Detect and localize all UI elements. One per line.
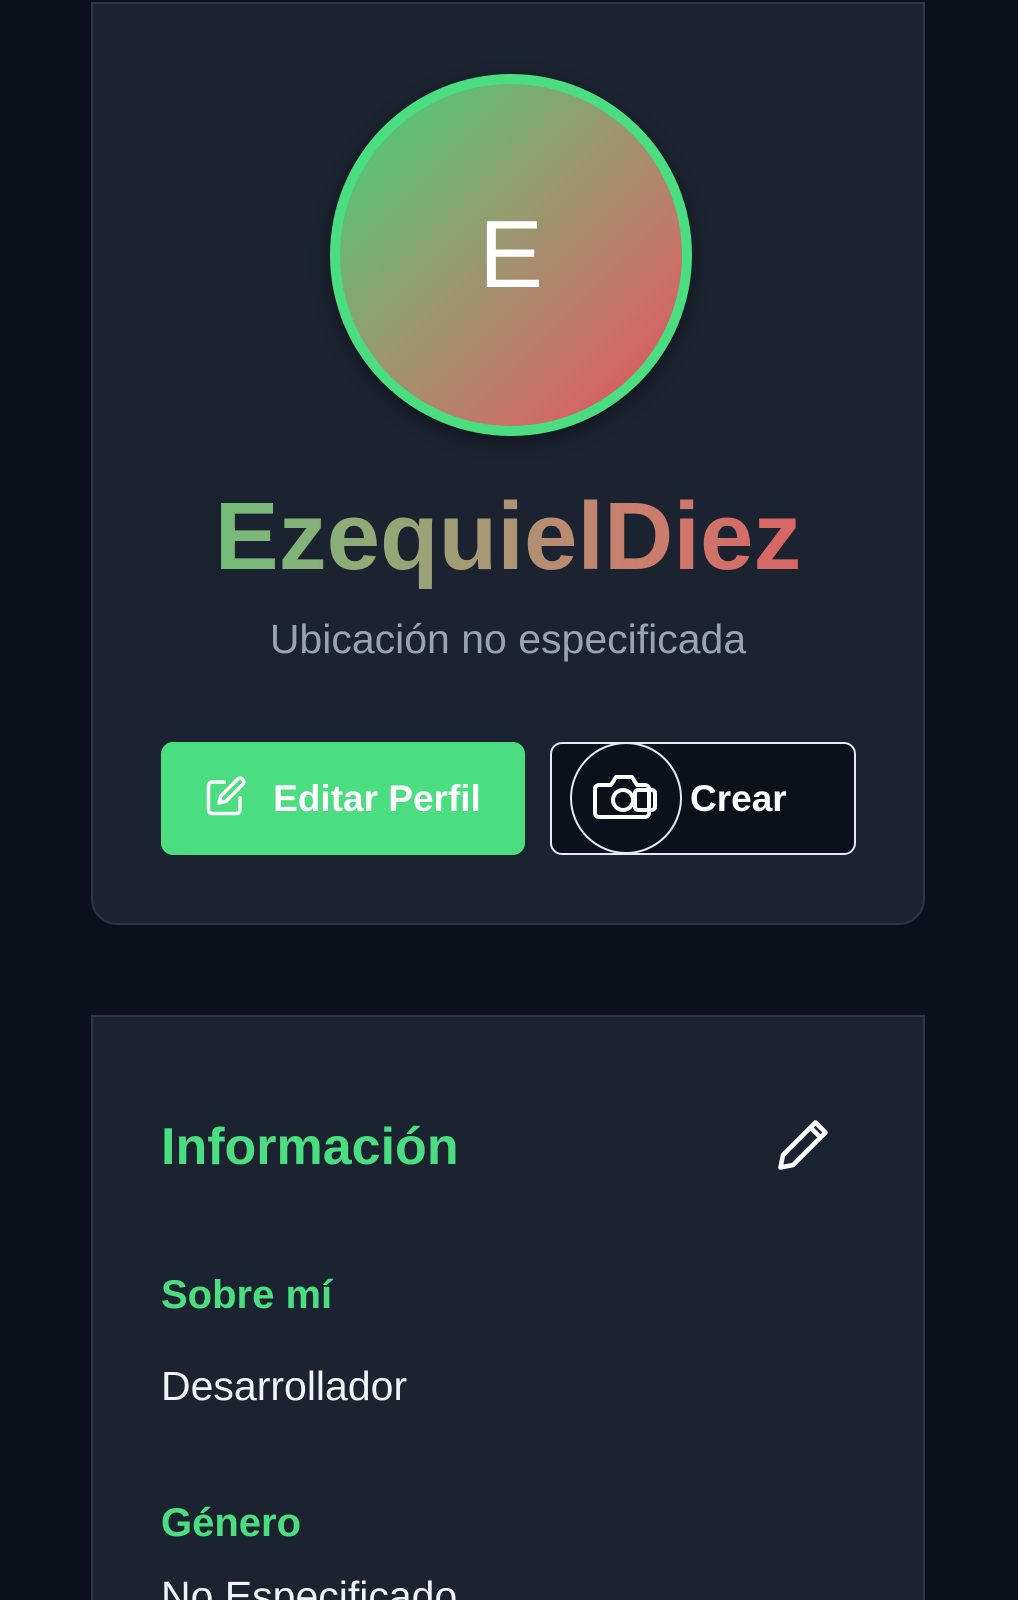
camera-icon-circle: [570, 742, 682, 854]
about-me-value: Desarrollador: [161, 1363, 408, 1409]
gender-value: No Especificado: [161, 1573, 458, 1600]
info-title: Información: [161, 1118, 459, 1176]
create-button[interactable]: Crear: [550, 742, 856, 855]
avatar-image: E: [340, 84, 682, 426]
pencil-icon[interactable]: [773, 1115, 833, 1175]
profile-page: E EzequielDiez Ubicación no especificada…: [0, 0, 1018, 1600]
edit-profile-label: Editar Perfil: [273, 777, 481, 819]
profile-username: EzequielDiez: [93, 484, 923, 590]
profile-location: Ubicación no especificada: [269, 616, 747, 662]
avatar: E: [330, 74, 692, 436]
edit-square-icon: [205, 775, 247, 822]
create-label: Crear: [690, 778, 787, 819]
avatar-initial: E: [478, 201, 544, 308]
edit-profile-button[interactable]: Editar Perfil: [161, 742, 525, 855]
profile-card: E EzequielDiez Ubicación no especificada…: [91, 2, 925, 925]
gender-label: Género: [161, 1501, 302, 1545]
about-me-label: Sobre mí: [161, 1273, 333, 1317]
info-card: Información Sobre mí Desarrollador Géner…: [91, 1015, 925, 1600]
camera-icon: [593, 771, 659, 826]
